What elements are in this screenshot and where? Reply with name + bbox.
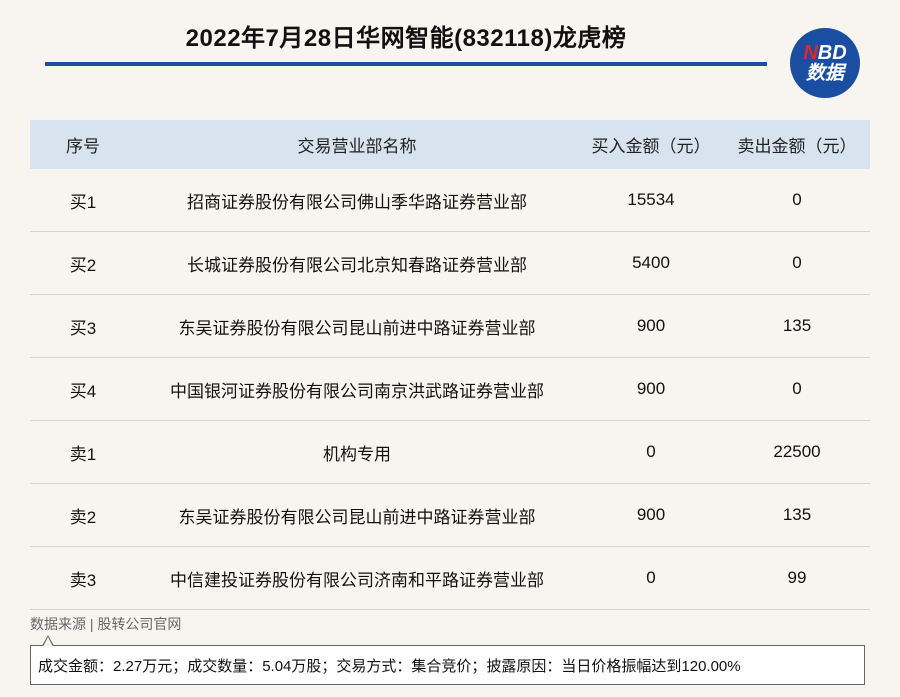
- table-header-row: 序号 交易营业部名称 买入金额（元） 卖出金额（元）: [30, 120, 870, 169]
- cell-seq: 买3: [30, 294, 136, 358]
- table-row: 买1 招商证券股份有限公司佛山季华路证券营业部 15534 0: [30, 169, 870, 232]
- header-sell-amount: 卖出金额（元）: [724, 120, 870, 169]
- table-row: 卖3 中信建投证券股份有限公司济南和平路证券营业部 0 99: [30, 546, 870, 610]
- logo-letters-bd: BD: [817, 42, 847, 64]
- cell-sell: 0: [724, 169, 870, 232]
- header-branch-name: 交易营业部名称: [136, 120, 578, 169]
- cell-branch-name: 东吴证券股份有限公司昆山前进中路证券营业部: [136, 483, 578, 547]
- cell-branch-name: 机构专用: [136, 420, 578, 484]
- title-underline: [45, 62, 767, 66]
- cell-sell: 0: [724, 231, 870, 295]
- cell-sell: 135: [724, 294, 870, 358]
- cell-branch-name: 中信建投证券股份有限公司济南和平路证券营业部: [136, 546, 578, 610]
- cell-buy: 900: [578, 294, 724, 358]
- table-row: 买3 东吴证券股份有限公司昆山前进中路证券营业部 900 135: [30, 294, 870, 358]
- callout-pointer-inner: [43, 637, 53, 647]
- page-title: 2022年7月28日华网智能(832118)龙虎榜: [185, 25, 627, 52]
- cell-branch-name: 招商证券股份有限公司佛山季华路证券营业部: [136, 169, 578, 232]
- cell-seq: 买2: [30, 231, 136, 295]
- logo-letter-n: N: [803, 42, 818, 64]
- data-source: 数据来源 | 股转公司官网: [30, 616, 182, 632]
- cell-buy: 15534: [578, 169, 724, 232]
- cell-sell: 99: [724, 546, 870, 610]
- cell-buy: 0: [578, 420, 724, 484]
- header-buy-amount: 买入金额（元）: [578, 120, 724, 169]
- cell-buy: 900: [578, 357, 724, 421]
- cell-buy: 0: [578, 546, 724, 610]
- table-row: 买2 长城证券股份有限公司北京知春路证券营业部 5400 0: [30, 231, 870, 295]
- cell-sell: 135: [724, 483, 870, 547]
- trade-summary-box: 成交金额：2.27万元；成交数量：5.04万股；交易方式：集合竞价；披露原因：当…: [30, 635, 865, 685]
- cell-seq: 买1: [30, 169, 136, 232]
- cell-sell: 0: [724, 357, 870, 421]
- cell-seq: 卖3: [30, 546, 136, 610]
- trade-summary-text: 成交金额：2.27万元；成交数量：5.04万股；交易方式：集合竞价；披露原因：当…: [38, 657, 741, 675]
- logo-top-text: NBD: [803, 43, 846, 63]
- cell-branch-name: 长城证券股份有限公司北京知春路证券营业部: [136, 231, 578, 295]
- cell-buy: 5400: [578, 231, 724, 295]
- table-row: 卖1 机构专用 0 22500: [30, 420, 870, 484]
- cell-seq: 卖1: [30, 420, 136, 484]
- cell-buy: 900: [578, 483, 724, 547]
- table-row: 买4 中国银河证券股份有限公司南京洪武路证券营业部 900 0: [30, 357, 870, 421]
- cell-seq: 买4: [30, 357, 136, 421]
- header-seq: 序号: [30, 120, 136, 169]
- cell-branch-name: 东吴证券股份有限公司昆山前进中路证券营业部: [136, 294, 578, 358]
- nbd-data-logo: NBD 数据: [790, 28, 860, 98]
- logo-bottom-text: 数据: [805, 63, 844, 84]
- cell-seq: 卖2: [30, 483, 136, 547]
- table-row: 卖2 东吴证券股份有限公司昆山前进中路证券营业部 900 135: [30, 483, 870, 547]
- dragon-tiger-table: 序号 交易营业部名称 买入金额（元） 卖出金额（元） 买1 招商证券股份有限公司…: [30, 120, 870, 610]
- cell-sell: 22500: [724, 420, 870, 484]
- cell-branch-name: 中国银河证券股份有限公司南京洪武路证券营业部: [136, 357, 578, 421]
